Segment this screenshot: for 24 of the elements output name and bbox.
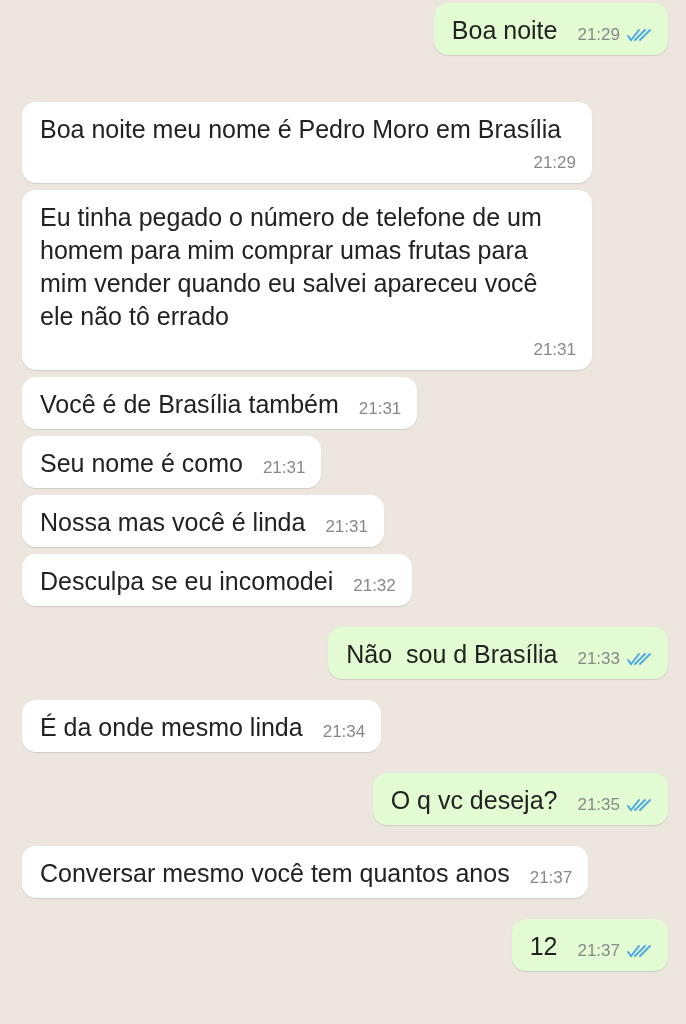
message-text: Boa noite (451, 15, 558, 46)
message-time: 21:29 (577, 24, 620, 46)
message-text: 12 (529, 931, 558, 962)
message-time: 21:31 (262, 457, 306, 479)
message-time: 21:31 (325, 516, 368, 538)
message-time: 21:33 (577, 648, 620, 670)
message-time: 21:31 (358, 398, 402, 420)
message-text: Você é de Brasília também (40, 389, 339, 420)
message-text: Seu nome é como (40, 448, 243, 479)
message-text: Nossa mas você é linda (40, 507, 306, 538)
message-text: Boa noite meu nome é Pedro Moro em Brasília (40, 114, 562, 145)
message-time: 21:31 (533, 339, 576, 361)
message-time: 21:37 (577, 940, 620, 962)
message-time: 21:29 (533, 152, 576, 174)
message-text: Não sou d Brasília (346, 639, 558, 670)
message-time: 21:34 (322, 721, 366, 743)
message-text: É da onde mesmo linda (40, 712, 303, 743)
message-text: Conversar mesmo você tem quantos anos (40, 858, 510, 889)
message-text: Eu tinha pegado o número de telefone de um homem para mim comprar umas frutas para mim vender quando eu salvei apareceu você ele não tô errado (40, 202, 543, 332)
message-time: 21:35 (577, 794, 620, 816)
message-text: O q vc deseja? (390, 785, 558, 816)
message-time: 21:37 (529, 867, 573, 889)
message-time: 21:32 (353, 575, 396, 597)
message-text: Desculpa se eu incomodei (40, 566, 334, 597)
